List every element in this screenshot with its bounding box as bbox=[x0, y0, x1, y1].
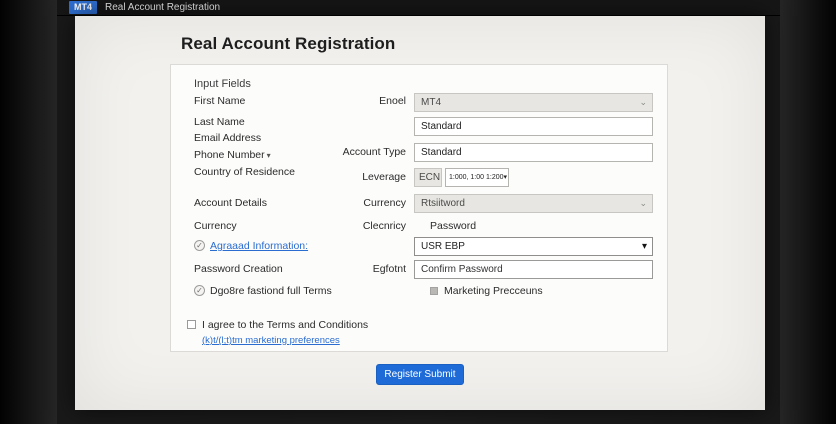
marketing-preferences-link[interactable]: (k)t/(l;t)tm marketing preferences bbox=[202, 335, 340, 346]
marketing-checkbox[interactable] bbox=[430, 287, 438, 295]
platform-select[interactable]: MT4 ⌄ bbox=[414, 93, 653, 112]
platform-label: Enoel bbox=[379, 95, 406, 107]
form-card: Input Fields First Name Last Name Email … bbox=[170, 64, 668, 352]
register-submit-button[interactable]: Register Submit bbox=[376, 364, 464, 385]
currency-value: Rtsiitword bbox=[421, 198, 465, 209]
base-currency-value: USR EBP bbox=[421, 241, 465, 252]
caret-down-icon: ▾ bbox=[641, 241, 647, 252]
leverage-select[interactable]: 1:000, 1:00 1:200▾ bbox=[445, 168, 509, 187]
phone-number-label: Phone Number bbox=[194, 149, 265, 161]
window-title: Real Account Registration bbox=[105, 2, 221, 13]
screen: MT4 Real Account Registration Real Accou… bbox=[0, 0, 836, 424]
password-label: Password bbox=[430, 220, 477, 232]
phone-number-dropdown[interactable]: Phone Number ▾ bbox=[194, 149, 271, 161]
ecn-button[interactable]: ECN bbox=[414, 168, 442, 187]
base-currency-select[interactable]: USR EBP ▾ bbox=[414, 237, 653, 256]
check-circle-icon: ✓ bbox=[194, 285, 205, 296]
platform-value: MT4 bbox=[421, 97, 441, 108]
window-titlebar: MT4 Real Account Registration bbox=[57, 0, 780, 16]
terms-checkbox[interactable] bbox=[187, 320, 196, 329]
account-subtype-input[interactable]: Standard bbox=[414, 143, 653, 162]
terms-label: I agree to the Terms and Conditions bbox=[202, 319, 369, 331]
section-title: Input Fields bbox=[194, 78, 251, 90]
page-title: Real Account Registration bbox=[181, 34, 396, 53]
chevron-down-icon: ⌄ bbox=[639, 198, 647, 208]
first-name-label: First Name bbox=[194, 95, 246, 107]
currency2-label: Clecnricy bbox=[362, 220, 406, 232]
confirm-label: Egfotnt bbox=[372, 263, 406, 275]
currency-mid-label: Currency bbox=[363, 197, 406, 209]
currency-select[interactable]: Rtsiitword ⌄ bbox=[414, 194, 653, 213]
full-terms-label: Dgo8re fastiond full Terms bbox=[210, 285, 332, 297]
ecn-label: ECN bbox=[419, 172, 441, 183]
last-name-label: Last Name bbox=[194, 116, 245, 128]
caret-down-icon: ▾ bbox=[503, 174, 508, 181]
marketing-label: Marketing Precceuns bbox=[444, 285, 543, 297]
password-creation-label: Password Creation bbox=[194, 263, 283, 275]
dark-edge-right bbox=[780, 0, 836, 424]
mt4-badge: MT4 bbox=[69, 1, 97, 14]
check-circle-icon: ✓ bbox=[194, 240, 205, 251]
confirm-password-value: Confirm Password bbox=[421, 264, 503, 275]
confirm-password-input[interactable]: Confirm Password bbox=[414, 260, 653, 279]
account-subtype-value: Standard bbox=[421, 147, 462, 158]
account-type-label: Account Type bbox=[342, 146, 406, 158]
dark-edge-left bbox=[0, 0, 57, 424]
account-type-value: Standard bbox=[421, 121, 462, 132]
chevron-down-icon: ⌄ bbox=[639, 97, 647, 107]
account-details-label: Account Details bbox=[194, 197, 267, 209]
email-address-label: Email Address bbox=[194, 132, 262, 144]
account-type-input[interactable]: Standard bbox=[414, 117, 653, 136]
page: Real Account Registration Input Fields F… bbox=[75, 16, 765, 410]
leverage-label: Leverage bbox=[362, 171, 406, 183]
agreed-information-link[interactable]: Agraaad Information: bbox=[210, 240, 308, 252]
leverage-value: 1:000, 1:00 1:200 bbox=[449, 174, 504, 181]
currency-label: Currency bbox=[194, 220, 237, 232]
